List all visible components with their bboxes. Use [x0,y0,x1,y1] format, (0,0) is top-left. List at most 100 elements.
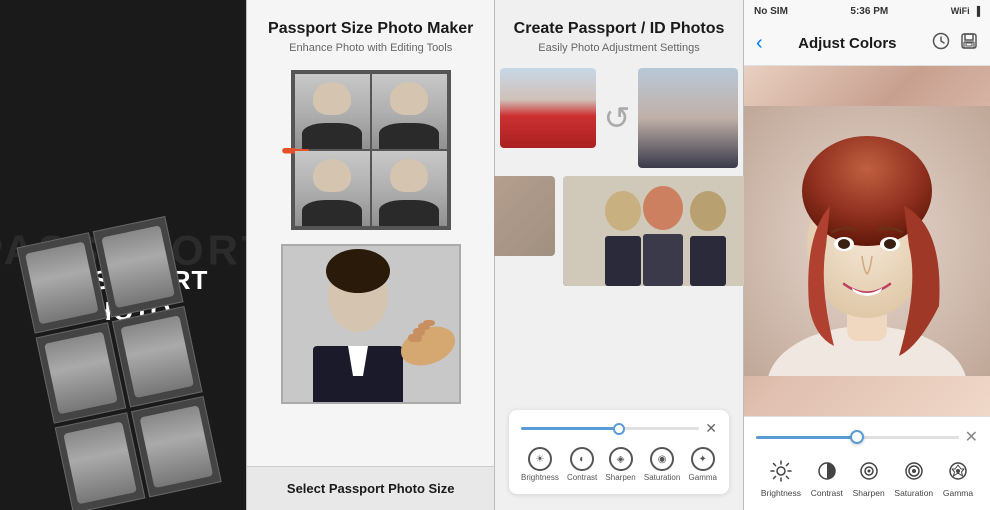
p4-brightness-label: Brightness [761,488,801,498]
panel3-bottom-photos [475,176,763,286]
face-1 [25,241,99,324]
p4-saturation-icon [900,457,928,485]
select-size-button[interactable]: Select Passport Photo Size [247,466,494,510]
brightness-svg [770,460,792,482]
history-button[interactable] [932,32,950,55]
adjust-slider-row: ✕ [521,420,717,437]
p4-contrast-icon [813,457,841,485]
saturation-label: Saturation [644,473,680,482]
saturation-svg [903,460,925,482]
color-slider-track[interactable] [521,427,699,430]
brightness-control[interactable]: ☀ Brightness [521,447,559,482]
contrast-icon: ◐ [570,447,594,471]
p4-brightness-icon [767,457,795,485]
p4-saturation-label: Saturation [894,488,933,498]
p4-sharpen-icon [855,457,883,485]
saturation-control[interactable]: ◉ Saturation [644,447,680,482]
gamma-svg [947,460,969,482]
panel3-subtitle: Easily Photo Adjustment Settings [538,42,699,54]
group-svg [563,176,763,286]
p4-contrast-label: Contrast [811,488,843,498]
p4-gamma-control[interactable]: Gamma [943,457,973,498]
status-bar: No SIM 5:36 PM WiFi ▐ [744,0,990,22]
adjust-icons-row: ☀ Brightness ◐ Contrast ◈ Sharpen ◉ Satu… [521,447,717,482]
face-2 [101,225,175,308]
slider-thumb[interactable] [850,430,864,444]
header-action-icons [932,32,978,55]
sharpen-label: Sharpen [605,473,635,482]
selfie-photo-1 [500,68,596,148]
p4-saturation-control[interactable]: Saturation [894,457,933,498]
passport-photo-5 [55,412,146,510]
panel-3-create: Create Passport / ID Photos Easily Photo… [495,0,743,510]
face-5 [63,421,137,504]
passport-photo-6 [131,396,222,497]
select-size-label: Select Passport Photo Size [287,481,455,496]
panel3-adjust-bar: ✕ ☀ Brightness ◐ Contrast ◈ Sharpen ◉ Sa… [509,410,729,494]
carrier-text: No SIM [754,6,788,17]
sharpen-icon: ◈ [609,447,633,471]
close-adjust-button[interactable]: ✕ [965,427,978,447]
back-button[interactable]: ‹ [756,32,763,55]
p4-gamma-label: Gamma [943,488,973,498]
person-svg [283,246,461,404]
passport-photo-1 [17,232,108,333]
selfie-person-2 [638,68,738,168]
passport-photo-grid [291,70,451,230]
panel2-subtitle: Enhance Photo with Editing Tools [289,42,452,54]
status-icons: WiFi ▐ [951,6,980,16]
grid-thumb-3 [295,151,370,226]
panel2-title: Passport Size Photo Maker [268,20,473,38]
slider-fill [521,427,619,430]
selfie-photo-2 [638,68,738,168]
panel-4-adjust: No SIM 5:36 PM WiFi ▐ ‹ Adjust Colors [744,0,990,510]
panel3-close-button[interactable]: ✕ [705,420,717,437]
passport-grid-container: ➜ [291,70,451,230]
photo-preview-area [744,66,990,416]
panel3-top-photos: ↺ [500,68,739,168]
slider-thumb[interactable] [613,423,625,435]
p4-sharpen-label: Sharpen [853,488,885,498]
face-3 [44,331,118,414]
save-button[interactable] [960,32,978,55]
passport-photo-3 [36,322,127,423]
p4-brightness-control[interactable]: Brightness [761,457,801,498]
history-icon [932,32,950,50]
navigation-header: ‹ Adjust Colors [744,22,990,66]
group-photo [563,176,763,286]
gamma-label: Gamma [689,473,717,482]
grid-thumb-1 [295,74,370,149]
saturation-icon: ◉ [650,447,674,471]
contrast-svg [816,460,838,482]
scan-capture-box[interactable] [281,244,461,404]
wifi-icon: WiFi [951,6,970,16]
passport-photo-2 [93,216,184,317]
contrast-label: Contrast [567,473,597,482]
gamma-icon: ✦ [691,447,715,471]
passport-photo-4 [112,306,203,407]
p4-contrast-control[interactable]: Contrast [811,457,843,498]
panel3-title: Create Passport / ID Photos [514,20,725,38]
person-preview [283,246,459,402]
p4-gamma-icon [944,457,972,485]
sharpen-control[interactable]: ◈ Sharpen [605,447,635,482]
brightness-label: Brightness [521,473,559,482]
curve-arrow-1: ↺ [604,102,631,134]
face-4 [121,315,195,398]
p4-sharpen-control[interactable]: Sharpen [853,457,885,498]
grid-thumb-2 [372,74,447,149]
selfie-person-1 [500,68,596,148]
adjustment-controls: ✕ Brightness [744,416,990,510]
brightness-icon: ☀ [528,447,552,471]
battery-icon: ▐ [974,6,980,16]
sharpen-svg [858,460,880,482]
slider-fill [756,436,857,439]
panel-1-dark: PASSOPORT PASSOPORT PHOTO [0,0,246,510]
gamma-control[interactable]: ✦ Gamma [689,447,717,482]
header-title: Adjust Colors [798,35,896,52]
contrast-control[interactable]: ◐ Contrast [567,447,597,482]
save-icon [960,32,978,50]
main-slider-track[interactable] [756,436,959,439]
main-slider-row: ✕ [756,427,978,447]
face-6 [140,405,214,488]
